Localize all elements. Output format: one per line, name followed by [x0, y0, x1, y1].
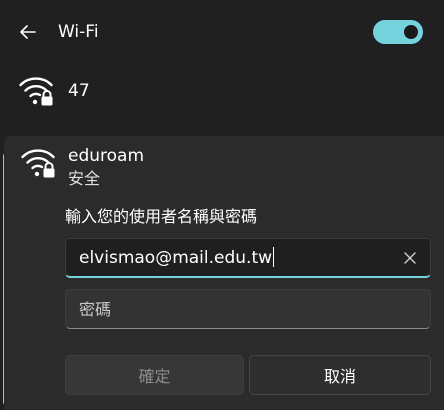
network-name: 47 — [68, 81, 90, 101]
wifi-header: Wi-Fi — [0, 0, 444, 62]
wifi-secured-icon — [19, 77, 53, 106]
username-value: elvismao@mail.edu.tw — [79, 248, 273, 268]
password-field[interactable]: 密碼 — [65, 289, 431, 329]
cancel-button[interactable]: 取消 — [249, 355, 431, 395]
network-name: eduroam — [68, 146, 145, 166]
toggle-knob — [404, 25, 418, 39]
username-value-wrap: elvismao@mail.edu.tw — [79, 247, 275, 269]
back-arrow-icon — [20, 25, 36, 39]
selected-network-card: eduroam 安全 輸入您的使用者名稱與密碼 elvismao@mail.ed… — [4, 136, 444, 410]
credentials-prompt: 輸入您的使用者名稱與密碼 — [65, 207, 258, 226]
confirm-button[interactable]: 確定 — [65, 355, 244, 395]
network-status: 安全 — [68, 169, 101, 188]
back-button[interactable] — [14, 18, 42, 46]
close-icon — [404, 252, 416, 264]
wifi-secured-icon — [21, 149, 55, 178]
page-title: Wi-Fi — [58, 22, 99, 42]
clear-username-button[interactable] — [400, 248, 420, 268]
wifi-panel: Wi-Fi 47 eduroam 安全 輸入您的使用者名稱與密碼 elvisma… — [0, 0, 444, 410]
text-caret — [273, 247, 275, 267]
username-field[interactable]: elvismao@mail.edu.tw — [65, 238, 431, 278]
wifi-toggle[interactable] — [373, 20, 423, 44]
password-placeholder: 密碼 — [79, 300, 112, 319]
network-item[interactable]: 47 — [0, 66, 444, 116]
